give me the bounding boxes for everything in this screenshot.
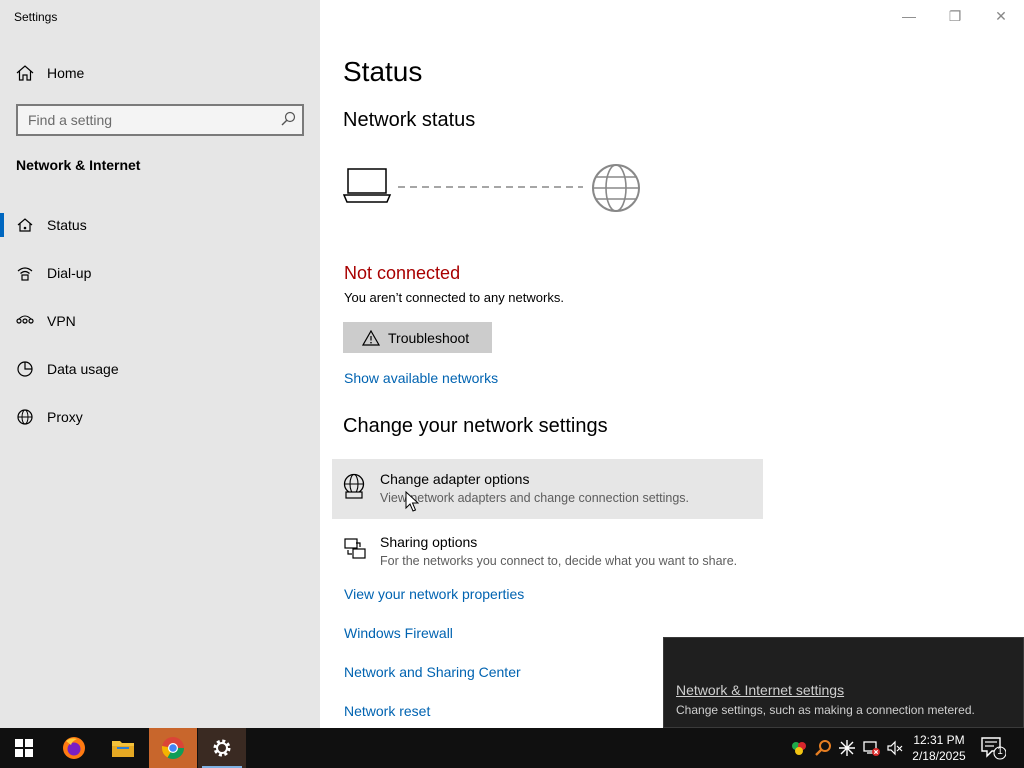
firefox-icon [63,737,85,759]
network-flyout: Network & Internet settings Change setti… [663,637,1024,728]
system-clock[interactable]: 12:31 PM 2/18/2025 [910,732,968,764]
start-button[interactable] [0,728,48,768]
change-adapter-options[interactable]: Change adapter options View network adap… [332,459,763,519]
close-button[interactable]: ✕ [978,0,1024,32]
connection-detail: You aren’t connected to any networks. [344,290,564,305]
sidebar-item-label: Dial-up [47,265,92,281]
network-reset-link[interactable]: Network reset [344,703,430,719]
laptop-icon [343,168,392,203]
sidebar-item-proxy[interactable]: Proxy [0,397,320,437]
network-sharing-center-link[interactable]: Network and Sharing Center [344,664,521,680]
search-box[interactable] [16,104,304,136]
change-settings-heading: Change your network settings [343,415,608,437]
section-title: Network & Internet [16,157,141,173]
notification-center-button[interactable]: 1 [980,736,1007,760]
sidebar: Settings Home Network & Internet Status … [0,0,320,728]
show-available-networks-link[interactable]: Show available networks [344,370,498,386]
adapter-globe-icon [343,473,365,499]
start-icon [15,739,33,757]
setting-desc: For the networks you connect to, decide … [380,554,738,568]
mouse-cursor-icon [405,491,419,512]
sidebar-item-status[interactable]: Status [0,205,320,245]
home-icon [16,65,34,81]
chrome-icon [162,737,184,759]
flyout-desc: Change settings, such as making a connec… [676,703,975,717]
sharing-icon [344,538,366,559]
taskbar: 12:31 PM 2/18/2025 1 [0,728,1024,768]
firefox-taskbar-button[interactable] [50,728,98,768]
warning-icon [362,330,380,346]
network-status-heading: Network status [343,109,476,131]
restore-button[interactable]: ❐ [932,0,978,32]
vpn-icon [16,315,34,324]
clock-date: 2/18/2025 [912,749,966,763]
settings-gear-icon [213,739,231,757]
network-diagram [343,164,640,212]
search-tray-icon[interactable] [815,739,833,757]
data-usage-icon [17,361,33,377]
active-indicator [0,213,4,237]
globe-icon [17,409,33,425]
file-explorer-icon [112,741,134,757]
home-network-icon [17,218,33,232]
sharing-options[interactable]: Sharing options For the networks you con… [332,522,763,582]
file-explorer-taskbar-button[interactable] [99,728,147,768]
network-internet-settings-link[interactable]: Network & Internet settings [676,682,844,698]
sidebar-item-label: VPN [47,313,76,329]
search-input[interactable] [18,106,268,134]
connection-state: Not connected [344,263,461,283]
view-network-properties-link[interactable]: View your network properties [344,586,524,602]
chrome-taskbar-button[interactable] [149,728,197,768]
nav-home-label: Home [47,65,85,81]
search-icon[interactable] [280,111,296,127]
notification-count: 1 [997,746,1003,757]
volume-muted-icon[interactable] [886,739,904,757]
app-title: Settings [14,10,58,24]
windows-firewall-link[interactable]: Windows Firewall [344,625,453,641]
minimize-icon: — [902,8,916,24]
app-tray-icon[interactable] [790,739,808,757]
restore-icon: ❐ [948,7,962,24]
page-title: Status [343,56,423,87]
sidebar-item-vpn[interactable]: VPN [0,301,320,341]
sidebar-item-label: Status [47,217,87,233]
close-icon: ✕ [995,7,1007,24]
globe-icon [592,164,640,212]
setting-desc: View network adapters and change connect… [380,491,689,505]
sidebar-item-label: Data usage [47,361,119,377]
dialup-icon [17,267,33,281]
sidebar-item-dialup[interactable]: Dial-up [0,253,320,293]
clock-time: 12:31 PM [913,733,965,747]
nav-home[interactable]: Home [0,54,320,92]
sidebar-item-data-usage[interactable]: Data usage [0,349,320,389]
network-disconnected-icon[interactable] [862,739,880,757]
sidebar-item-label: Proxy [47,409,83,425]
minimize-button[interactable]: — [886,0,932,32]
troubleshoot-button[interactable]: Troubleshoot [343,322,492,353]
settings-taskbar-button[interactable] [198,728,246,768]
troubleshoot-label: Troubleshoot [388,330,470,346]
sparkle-tray-icon[interactable] [838,739,856,757]
setting-title: Change adapter options [380,471,530,487]
setting-title: Sharing options [380,534,478,550]
